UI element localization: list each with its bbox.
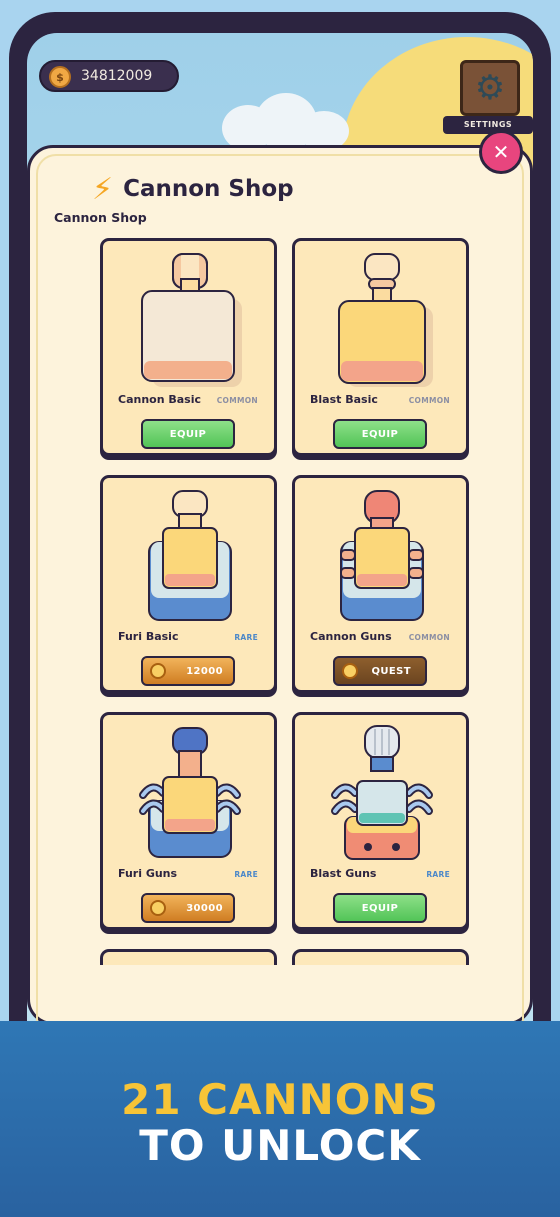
- coin-icon: $: [49, 66, 71, 88]
- coin-icon: [150, 900, 166, 916]
- cannon-name: Cannon Guns: [310, 630, 392, 643]
- settings-button[interactable]: ⚙: [460, 60, 520, 116]
- cannon-card[interactable]: [292, 949, 469, 965]
- cannon-name: Cannon Basic: [118, 393, 202, 406]
- cannon-card[interactable]: Blast Guns RARE EQUIP: [292, 712, 469, 930]
- furi-guns-icon: [139, 727, 241, 858]
- gear-icon: ⚙: [474, 68, 506, 108]
- equip-button[interactable]: EQUIP: [333, 419, 427, 449]
- price-label: 12000: [186, 665, 223, 677]
- lightning-bolt-icon: ⚡: [92, 171, 114, 207]
- cannon-card[interactable]: Furi Guns RARE 30000: [100, 712, 277, 930]
- furi-basic-icon: [148, 490, 232, 621]
- blast-guns-icon: [331, 725, 433, 860]
- rarity-badge: RARE: [234, 633, 258, 642]
- rarity-badge: COMMON: [408, 396, 450, 405]
- blast-basic-icon: [338, 253, 433, 387]
- settings-label[interactable]: SETTINGS: [443, 116, 533, 134]
- cannon-guns-icon: [340, 490, 424, 621]
- equip-button[interactable]: EQUIP: [333, 893, 427, 923]
- cannon-card[interactable]: Furi Basic RARE 12000: [100, 475, 277, 693]
- coin-icon: [150, 663, 166, 679]
- equip-button[interactable]: EQUIP: [141, 419, 235, 449]
- coin-value: 34812009: [81, 68, 153, 84]
- coin-balance: $ 34812009: [39, 60, 179, 92]
- banner-headline: 21 CANNONS: [121, 1075, 439, 1124]
- banner-subheadline: TO UNLOCK: [139, 1121, 421, 1170]
- cannon-name: Blast Guns: [310, 867, 377, 880]
- promo-banner: 21 CANNONS TO UNLOCK: [0, 1021, 560, 1217]
- cannon-card[interactable]: Blast Basic COMMON EQUIP: [292, 238, 469, 456]
- rarity-badge: COMMON: [216, 396, 258, 405]
- cannon-card[interactable]: [100, 949, 277, 965]
- coin-icon: [342, 663, 358, 679]
- buy-button[interactable]: 12000: [141, 656, 235, 686]
- buy-button[interactable]: 30000: [141, 893, 235, 923]
- page-subtitle: Cannon Shop: [54, 210, 147, 225]
- rarity-badge: RARE: [234, 870, 258, 879]
- cannon-card[interactable]: Cannon Basic COMMON EQUIP: [100, 238, 277, 456]
- rarity-badge: COMMON: [408, 633, 450, 642]
- shop-title-row: ⚡ Cannon Shop: [92, 171, 294, 207]
- close-icon: ✕: [492, 140, 510, 164]
- rarity-badge: RARE: [426, 870, 450, 879]
- cannon-basic-icon: [141, 253, 242, 387]
- quest-button[interactable]: QUEST: [333, 656, 427, 686]
- page-title: Cannon Shop: [123, 176, 294, 202]
- cannon-card[interactable]: Cannon Guns COMMON QUEST: [292, 475, 469, 693]
- quest-label: QUEST: [371, 665, 411, 677]
- cannon-name: Blast Basic: [310, 393, 378, 406]
- cannon-name: Furi Guns: [118, 867, 178, 880]
- close-button[interactable]: ✕: [479, 130, 523, 174]
- cannon-name: Furi Basic: [118, 630, 179, 643]
- price-label: 30000: [186, 902, 223, 914]
